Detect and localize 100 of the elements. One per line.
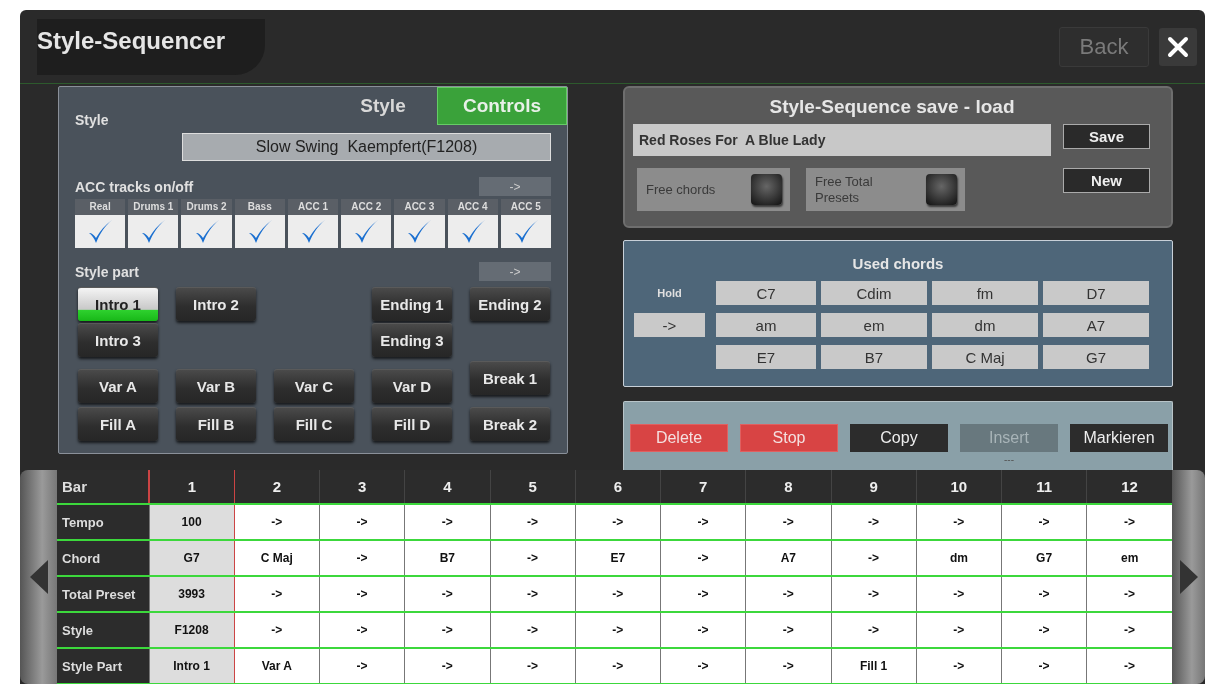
table-cell[interactable]: E7 [575,540,661,576]
new-button[interactable]: New [1063,168,1150,193]
style-part-button[interactable]: Fill A [78,407,158,441]
table-cell[interactable]: -> [490,504,576,540]
style-part-button[interactable]: Var B [176,369,256,403]
table-cell[interactable]: -> [916,576,1002,612]
table-cell[interactable]: -> [234,576,320,612]
save-button[interactable]: Save [1063,124,1150,149]
table-cell[interactable]: -> [234,612,320,648]
table-cell[interactable]: -> [404,648,490,684]
table-cell[interactable]: -> [319,504,405,540]
style-part-button[interactable]: Intro 2 [176,287,256,321]
chord-button[interactable]: em [821,313,927,337]
chord-button[interactable]: B7 [821,345,927,369]
style-part-button[interactable]: Var A [78,369,158,403]
tab[interactable]: Style [329,87,437,125]
style-part-button[interactable]: Var C [274,369,354,403]
track-checkbox[interactable] [341,215,392,248]
table-cell[interactable]: -> [660,540,746,576]
table-cell[interactable]: -> [831,612,917,648]
bar-header[interactable]: 5 [490,470,576,504]
table-cell[interactable]: A7 [745,540,831,576]
table-cell[interactable]: -> [916,504,1002,540]
table-cell[interactable]: G7 [1001,540,1087,576]
table-cell[interactable]: -> [575,576,661,612]
chord-button[interactable]: Cdim [821,281,927,305]
chord-button[interactable]: D7 [1043,281,1149,305]
table-cell[interactable]: -> [660,576,746,612]
table-cell[interactable]: -> [490,540,576,576]
table-cell[interactable]: -> [745,648,831,684]
close-button[interactable] [1159,27,1197,66]
table-cell[interactable]: -> [575,648,661,684]
bar-header[interactable]: 8 [745,470,831,504]
bar-header[interactable]: 6 [575,470,661,504]
style-part-button[interactable]: Fill B [176,407,256,441]
style-part-button[interactable]: Ending 3 [372,323,452,357]
chord-button[interactable]: G7 [1043,345,1149,369]
table-cell[interactable]: -> [490,576,576,612]
toggle-switch[interactable] [926,174,957,205]
table-cell[interactable]: -> [831,576,917,612]
style-part-button[interactable]: Intro 1 [78,287,158,321]
table-cell[interactable]: -> [916,648,1002,684]
bar-header[interactable]: 7 [660,470,746,504]
table-cell[interactable]: -> [660,612,746,648]
table-cell[interactable]: Intro 1 [149,648,235,684]
track-checkbox[interactable] [394,215,445,248]
style-part-button[interactable]: Fill C [274,407,354,441]
chord-button[interactable]: fm [932,281,1038,305]
table-cell[interactable]: -> [319,576,405,612]
style-part-button[interactable]: Fill D [372,407,452,441]
table-cell[interactable]: -> [490,648,576,684]
bar-header[interactable]: 9 [831,470,917,504]
scroll-left-button[interactable] [20,470,57,684]
table-cell[interactable]: -> [575,504,661,540]
hold-button[interactable]: -> [634,313,705,337]
table-cell[interactable]: -> [745,504,831,540]
table-cell[interactable]: -> [319,648,405,684]
chord-button[interactable]: E7 [716,345,816,369]
chord-button[interactable]: C7 [716,281,816,305]
table-cell[interactable]: -> [745,612,831,648]
bar-header[interactable]: 10 [916,470,1002,504]
table-cell[interactable]: G7 [149,540,235,576]
style-part-button[interactable]: Break 1 [470,361,550,395]
track-checkbox[interactable] [181,215,232,248]
track-checkbox[interactable] [128,215,179,248]
bar-header[interactable]: 2 [234,470,320,504]
chord-button[interactable]: C Maj [932,345,1038,369]
table-cell[interactable]: -> [745,576,831,612]
bar-header[interactable]: 11 [1001,470,1087,504]
table-cell[interactable]: F1208 [149,612,235,648]
bar-header[interactable]: 4 [404,470,490,504]
table-cell[interactable]: Var A [234,648,320,684]
style-part-button[interactable]: Ending 1 [372,287,452,321]
table-cell[interactable]: B7 [404,540,490,576]
table-cell[interactable]: -> [404,504,490,540]
style-part-button[interactable]: Break 2 [470,407,550,441]
table-cell[interactable]: -> [404,612,490,648]
style-part-button[interactable]: Ending 2 [470,287,550,321]
table-cell[interactable]: -> [1001,612,1087,648]
track-checkbox[interactable] [75,215,126,248]
track-checkbox[interactable] [447,215,498,248]
table-cell[interactable]: -> [319,540,405,576]
table-cell[interactable]: -> [916,612,1002,648]
bar-header[interactable]: 3 [319,470,405,504]
table-cell[interactable]: -> [319,612,405,648]
action-button[interactable]: Markieren [1070,424,1168,452]
style-part-button[interactable]: Intro 3 [78,323,158,357]
track-checkbox[interactable] [500,215,551,248]
style-part-button[interactable]: Var D [372,369,452,403]
chord-button[interactable]: am [716,313,816,337]
table-cell[interactable]: -> [234,504,320,540]
table-cell[interactable]: 100 [149,504,235,540]
bar-header[interactable]: 12 [1086,470,1172,504]
style-name-field[interactable]: Slow Swing Kaempfert(F1208) [182,133,551,161]
toggle-switch[interactable] [751,174,782,205]
table-cell[interactable]: -> [490,612,576,648]
track-checkbox[interactable] [287,215,339,248]
sequence-name-field[interactable]: Red Roses For A Blue Lady [633,124,1051,156]
table-cell[interactable]: -> [831,504,917,540]
action-button[interactable]: Copy [850,424,948,452]
